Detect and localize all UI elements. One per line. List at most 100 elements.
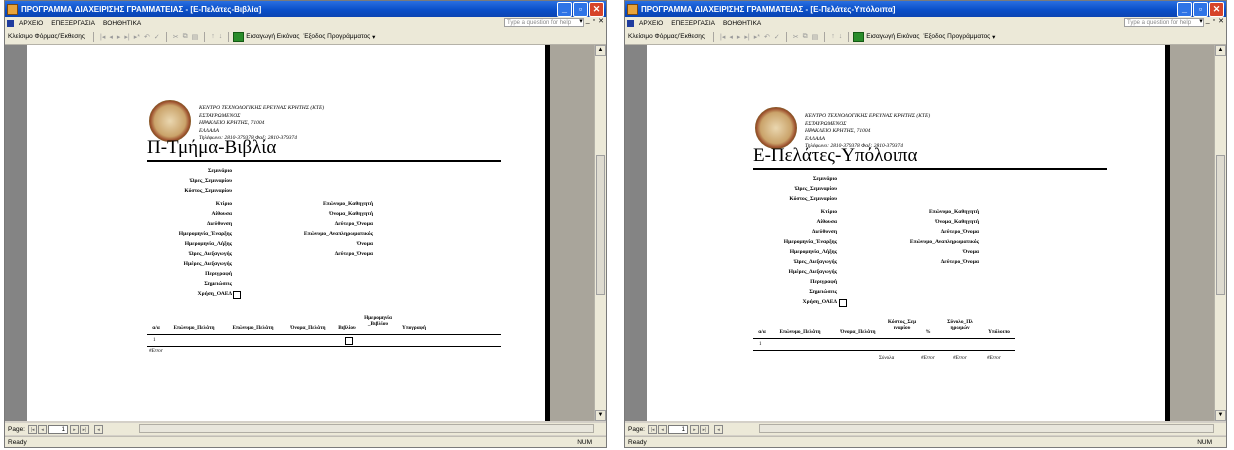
field-label: Όνομα_Καθηγητή bbox=[329, 211, 373, 217]
document-icon[interactable] bbox=[627, 19, 634, 27]
cut-icon[interactable]: ✂ bbox=[173, 33, 179, 41]
last-record-icon[interactable]: ▸| bbox=[124, 33, 129, 41]
first-page-icon[interactable]: |◂ bbox=[648, 424, 657, 434]
column-header: α/α bbox=[152, 325, 160, 331]
mdi-restore-button[interactable]: ▫ bbox=[593, 17, 595, 25]
close-preview-button[interactable]: Κλείσιμο Φόρμας/Έκθεσης bbox=[8, 33, 85, 40]
undo-icon[interactable]: ↶ bbox=[144, 33, 150, 41]
first-record-icon[interactable]: |◂ bbox=[100, 33, 105, 41]
scroll-left-icon[interactable]: ◂ bbox=[94, 424, 103, 434]
page-number-input[interactable]: 1 bbox=[48, 424, 68, 434]
minimize-button[interactable]: _ bbox=[557, 2, 572, 17]
copy-icon[interactable]: ⧉ bbox=[183, 33, 188, 41]
help-dropdown-icon[interactable]: ▾ bbox=[1199, 17, 1203, 25]
maximize-button[interactable]: ▫ bbox=[1193, 2, 1208, 17]
paste-icon[interactable]: ▤ bbox=[812, 33, 819, 41]
error-value: #Error bbox=[987, 356, 1001, 361]
scroll-down-icon[interactable]: ▼ bbox=[595, 410, 606, 421]
field-label: Χρήση_ΟΑΕΔ bbox=[197, 291, 232, 297]
oaed-checkbox bbox=[233, 291, 241, 299]
menu-tools[interactable]: ΒΟΗΘΗΤΙΚΑ bbox=[103, 20, 141, 27]
vertical-scrollbar[interactable]: ▲ ▼ bbox=[594, 45, 606, 421]
menu-file[interactable]: ΑΡΧΕΙΟ bbox=[19, 20, 43, 27]
sort-ascending-icon[interactable]: ↑ bbox=[831, 33, 835, 40]
exit-program-button[interactable]: Έξοδος Προγράμματος ▾ bbox=[304, 33, 376, 41]
menu-bar: ΑΡΧΕΙΟ ΕΠΕΞΕΡΓΑΣΙΑ ΒΟΗΘΗΤΙΚΑ Type a ques… bbox=[625, 17, 1226, 29]
undo-icon[interactable]: ↶ bbox=[764, 33, 770, 41]
cut-icon[interactable]: ✂ bbox=[793, 33, 799, 41]
next-page-icon[interactable]: ▸ bbox=[70, 424, 79, 434]
prev-page-icon[interactable]: ◂ bbox=[658, 424, 667, 434]
new-record-icon[interactable]: ▸* bbox=[134, 33, 140, 41]
scroll-left-icon[interactable]: ◂ bbox=[714, 424, 723, 434]
title-bar[interactable]: ΠΡΟΓΡΑΜΜΑ ΔΙΑΧΕΙΡΙΣΗΣ ΓΡΑΜΜΑΤΕΙΑΣ - [Ε-Π… bbox=[5, 1, 606, 17]
next-page-icon[interactable]: ▸ bbox=[690, 424, 699, 434]
sort-ascending-icon[interactable]: ↑ bbox=[211, 33, 215, 40]
spell-check-icon[interactable]: ✓ bbox=[154, 33, 160, 41]
spell-check-icon[interactable]: ✓ bbox=[774, 33, 780, 41]
prev-record-icon[interactable]: ◂ bbox=[109, 33, 113, 41]
mdi-minimize-button[interactable]: _ bbox=[586, 17, 590, 25]
maximize-button[interactable]: ▫ bbox=[573, 2, 588, 17]
field-label: Ημέρες_Διεξαγωγής bbox=[788, 269, 837, 275]
next-record-icon[interactable]: ▸ bbox=[737, 33, 741, 41]
minimize-button[interactable]: _ bbox=[1177, 2, 1192, 17]
page-number-input[interactable]: 1 bbox=[668, 424, 688, 434]
scroll-thumb[interactable] bbox=[596, 155, 605, 295]
org-name: ΚΕΝΤΡΟ ΤΕΧΝΟΛΟΓΙΚΗΣ ΕΡΕΥΝΑΣ ΚΡΗΤΗΣ (ΚΤΕ) bbox=[805, 113, 931, 119]
field-label: Ημερομηνία_Λήξης bbox=[789, 249, 837, 255]
last-record-icon[interactable]: ▸| bbox=[744, 33, 749, 41]
column-rule bbox=[147, 334, 501, 335]
column-header: Όνομα_Πελάτη bbox=[840, 329, 876, 335]
first-record-icon[interactable]: |◂ bbox=[720, 33, 725, 41]
help-search-input[interactable]: Type a question for help bbox=[504, 18, 584, 27]
mdi-close-button[interactable]: ✕ bbox=[1218, 17, 1224, 25]
help-search-input[interactable]: Type a question for help bbox=[1124, 18, 1204, 27]
field-label: Ώρες_Σεμιναρίου bbox=[794, 186, 837, 192]
prev-record-icon[interactable]: ◂ bbox=[729, 33, 733, 41]
next-record-icon[interactable]: ▸ bbox=[117, 33, 121, 41]
help-dropdown-icon[interactable]: ▾ bbox=[579, 17, 583, 25]
new-record-icon[interactable]: ▸* bbox=[754, 33, 760, 41]
scroll-thumb[interactable] bbox=[1216, 155, 1225, 295]
column-header: Κόστος_Σεμ ιναρίου bbox=[887, 319, 917, 331]
field-label: Σεμινάριο bbox=[812, 176, 837, 182]
column-header: Επώνυμο_Πελάτη bbox=[779, 329, 821, 335]
last-page-icon[interactable]: ▸| bbox=[700, 424, 709, 434]
menu-file[interactable]: ΑΡΧΕΙΟ bbox=[639, 20, 663, 27]
mdi-minimize-button[interactable]: _ bbox=[1206, 17, 1210, 25]
vertical-scrollbar[interactable]: ▲ ▼ bbox=[1214, 45, 1226, 421]
close-preview-button[interactable]: Κλείσιμο Φόρμας/Έκθεσης bbox=[628, 33, 705, 40]
insert-picture-button[interactable]: Εισαγωγή Εικόνας bbox=[233, 31, 300, 42]
window-title: ΠΡΟΓΡΑΜΜΑ ΔΙΑΧΕΙΡΙΣΗΣ ΓΡΑΜΜΑΤΕΙΑΣ - [Ε-Π… bbox=[21, 4, 262, 14]
copy-icon[interactable]: ⧉ bbox=[803, 33, 808, 41]
sort-descending-icon[interactable]: ↓ bbox=[219, 33, 223, 40]
sort-descending-icon[interactable]: ↓ bbox=[839, 33, 843, 40]
insert-picture-label: Εισαγωγή Εικόνας bbox=[246, 33, 300, 40]
menu-edit[interactable]: ΕΠΕΞΕΡΓΑΣΙΑ bbox=[671, 20, 715, 27]
mdi-close-button[interactable]: ✕ bbox=[598, 17, 604, 25]
title-rule bbox=[753, 168, 1107, 170]
title-bar[interactable]: ΠΡΟΓΡΑΜΜΑ ΔΙΑΧΕΙΡΙΣΗΣ ΓΡΑΜΜΑΤΕΙΑΣ - [Ε-Π… bbox=[625, 1, 1226, 17]
document-icon[interactable] bbox=[7, 19, 14, 27]
exit-program-button[interactable]: Έξοδος Προγράμματος ▾ bbox=[924, 33, 996, 41]
paste-icon[interactable]: ▤ bbox=[192, 33, 199, 41]
field-label: Κόστος_Σεμιναρίου bbox=[789, 196, 837, 202]
last-page-icon[interactable]: ▸| bbox=[80, 424, 89, 434]
field-label: Χρήση_ΟΑΕΔ bbox=[802, 299, 837, 305]
scroll-down-icon[interactable]: ▼ bbox=[1215, 410, 1226, 421]
close-button[interactable]: ✕ bbox=[589, 2, 604, 17]
scroll-up-icon[interactable]: ▲ bbox=[1215, 45, 1226, 56]
horizontal-scrollbar[interactable] bbox=[759, 424, 1214, 433]
field-label: Δεύτερο_Όνομα bbox=[940, 229, 979, 235]
insert-picture-button[interactable]: Εισαγωγή Εικόνας bbox=[853, 31, 920, 42]
close-button[interactable]: ✕ bbox=[1209, 2, 1224, 17]
menu-edit[interactable]: ΕΠΕΞΕΡΓΑΣΙΑ bbox=[51, 20, 95, 27]
scroll-up-icon[interactable]: ▲ bbox=[595, 45, 606, 56]
menu-tools[interactable]: ΒΟΗΘΗΤΙΚΑ bbox=[723, 20, 761, 27]
first-page-icon[interactable]: |◂ bbox=[28, 424, 37, 434]
report-title: Π-Τμήμα-Βιβλία bbox=[147, 137, 277, 158]
mdi-restore-button[interactable]: ▫ bbox=[1213, 17, 1215, 25]
horizontal-scrollbar[interactable] bbox=[139, 424, 594, 433]
prev-page-icon[interactable]: ◂ bbox=[38, 424, 47, 434]
